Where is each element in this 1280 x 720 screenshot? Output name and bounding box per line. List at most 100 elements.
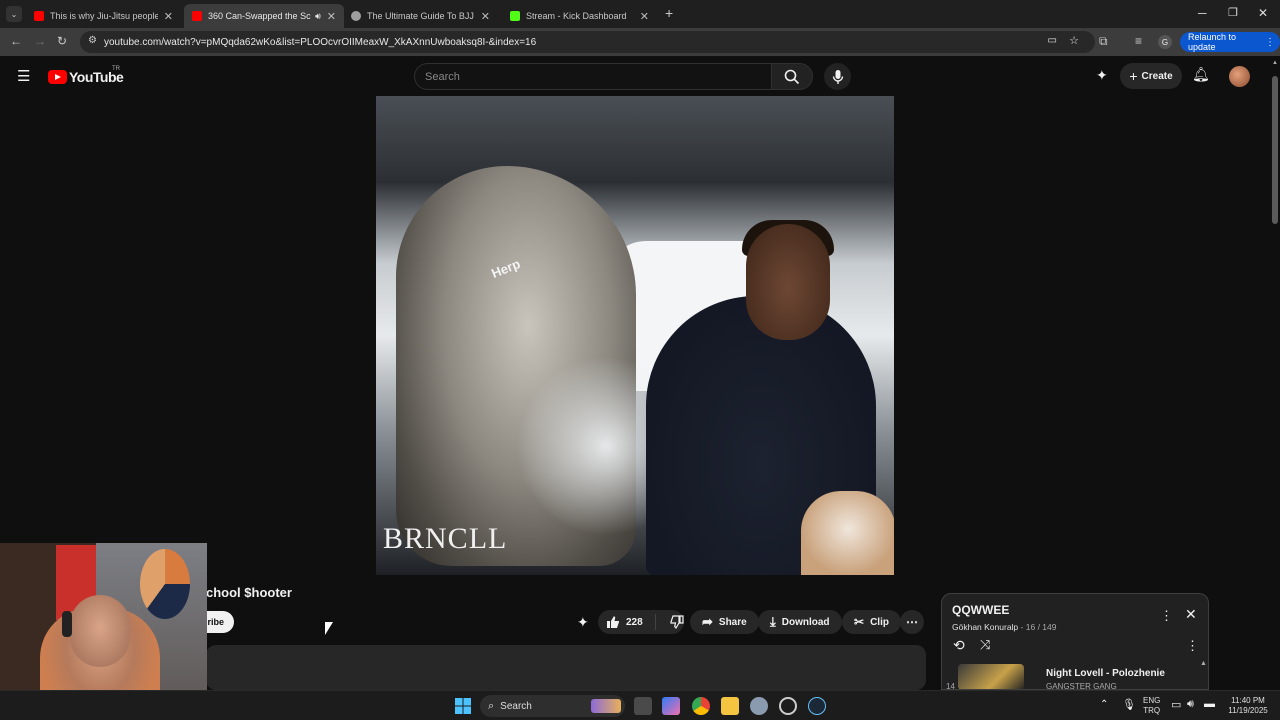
playlist-title[interactable]: QQWWEE: [952, 603, 1009, 617]
task-view-icon[interactable]: [634, 697, 652, 715]
volume-icon[interactable]: 🔊︎: [1187, 698, 1194, 711]
playlist-meta: Gökhan Konuralp - 16 / 149: [952, 622, 1056, 632]
relaunch-label: Relaunch to update: [1188, 32, 1237, 52]
copilot-icon[interactable]: [662, 697, 680, 715]
steam-icon[interactable]: [808, 697, 826, 715]
like-dislike-group: 228: [598, 610, 684, 634]
like-count: 228: [626, 616, 643, 628]
media-control-icon[interactable]: ≡: [1135, 34, 1142, 48]
chrome-icon[interactable]: [692, 697, 710, 715]
playlist-more-icon[interactable]: ⋮: [1160, 608, 1173, 624]
user-avatar[interactable]: [1229, 66, 1250, 87]
tab-title: The Ultimate Guide To BJJ Solo: [367, 11, 475, 21]
tray-mic-icon[interactable]: 🎙︎: [1122, 698, 1136, 711]
tab-bjj-guide[interactable]: The Ultimate Guide To BJJ Solo ✕: [343, 4, 498, 28]
youtube-favicon-icon: [192, 11, 202, 21]
app-circle-icon[interactable]: [779, 697, 797, 715]
menu-icon[interactable]: ☰: [17, 67, 30, 85]
more-menu-icon[interactable]: ⋮: [1265, 37, 1275, 48]
streamer-head: [70, 595, 130, 667]
reload-icon[interactable]: ↻: [57, 34, 67, 48]
url-text: youtube.com/watch?v=pMQqda62wKo&list=PLO…: [104, 36, 537, 48]
battery-icon[interactable]: ▬: [1204, 698, 1215, 710]
shuffle-icon[interactable]: ⤨: [980, 637, 990, 653]
close-tab-icon[interactable]: ✕: [164, 10, 173, 23]
share-label: Share: [718, 616, 747, 628]
network-icon[interactable]: ▭: [1171, 698, 1181, 711]
ai-ask-icon[interactable]: ✦: [577, 614, 589, 631]
close-tab-icon[interactable]: ✕: [327, 10, 336, 23]
tray-expand-icon[interactable]: ⌃: [1100, 699, 1108, 710]
loop-icon[interactable]: ⟲: [953, 637, 965, 654]
forward-icon[interactable]: →: [34, 34, 46, 48]
youtube-favicon-icon: [34, 11, 44, 21]
close-tab-icon[interactable]: ✕: [640, 10, 649, 23]
back-icon[interactable]: ←: [10, 34, 22, 48]
bookmark-star-icon[interactable]: ☆: [1069, 34, 1079, 47]
youtube-header: ☰ YouTube TR Search ✦ + Create 🔔︎: [0, 56, 1270, 96]
voice-search-button[interactable]: [824, 63, 851, 90]
search-icon: [784, 69, 800, 84]
video-player[interactable]: Herp BRNCLL: [376, 96, 894, 575]
new-tab-icon[interactable]: +: [665, 5, 673, 21]
notifications-bell-icon[interactable]: 🔔︎: [1192, 66, 1210, 83]
download-button[interactable]: ⤓ Download: [758, 610, 842, 634]
tab-jiu-jitsu[interactable]: This is why Jiu-Jitsu people inju ✕: [26, 4, 181, 28]
mouse-cursor-icon: [325, 622, 333, 635]
playlist-options-icon[interactable]: ⋮: [1186, 638, 1199, 654]
video-title: chool $hooter: [206, 585, 292, 600]
file-explorer-icon[interactable]: [721, 697, 739, 715]
clip-button[interactable]: ✂ Clip: [842, 610, 901, 634]
lang-bottom: TRQ: [1143, 706, 1161, 715]
relaunch-button[interactable]: Relaunch to update ⋮: [1180, 32, 1280, 52]
restore-icon[interactable]: ❐: [1228, 6, 1238, 19]
taskbar-search-icon: ⌕: [488, 699, 495, 712]
plus-icon: +: [1129, 68, 1138, 84]
scroll-up-icon[interactable]: ▲: [1200, 660, 1207, 667]
windows-taskbar: ⌕ Search ⌃ 🎙︎ ENG TRQ ▭ 🔊︎ ▬ 11:40 PM 11…: [0, 690, 1280, 720]
install-icon[interactable]: ▭: [1048, 35, 1057, 46]
taskbar-search-label: Search: [500, 700, 532, 712]
speaker-icon[interactable]: 🔊︎: [315, 11, 321, 22]
tab-search-button[interactable]: ⌄: [6, 6, 22, 22]
input-language[interactable]: ENG TRQ: [1143, 696, 1160, 716]
site-info-icon[interactable]: ⚙: [88, 35, 97, 46]
playlist-item-thumbnail: [958, 664, 1024, 689]
more-horizontal-icon: ⋯: [906, 615, 918, 629]
playlist-index: 14: [946, 682, 955, 690]
video-cat-figure: [801, 491, 894, 575]
address-bar[interactable]: ⚙ youtube.com/watch?v=pMQqda62wKo&list=P…: [80, 31, 1095, 53]
share-icon: ➦: [702, 614, 713, 629]
windows-start-icon[interactable]: [455, 698, 471, 714]
dislike-button[interactable]: [662, 615, 684, 629]
youtube-logo[interactable]: YouTube TR: [48, 66, 124, 85]
tab-title: 360 Can-Swapped the Scho: [208, 11, 312, 21]
playlist-owner[interactable]: Gökhan Konuralp: [952, 622, 1018, 632]
taskbar-search[interactable]: ⌕ Search: [480, 695, 625, 717]
search-button[interactable]: [771, 63, 813, 90]
minimize-icon[interactable]: ─: [1198, 6, 1207, 20]
settings-gear-icon[interactable]: [750, 697, 768, 715]
description-box[interactable]: [206, 645, 926, 690]
playlist-position: 16 / 149: [1025, 622, 1057, 632]
close-tab-icon[interactable]: ✕: [481, 10, 490, 23]
profile-avatar[interactable]: G: [1158, 35, 1172, 49]
create-button[interactable]: + Create: [1120, 63, 1182, 89]
playlist-item[interactable]: Night Lovell - Polozhenie GANGSTER GANG: [958, 664, 1208, 689]
scrollbar-thumb[interactable]: [1272, 76, 1278, 224]
share-button[interactable]: ➦ Share: [690, 610, 759, 634]
thumbs-down-icon: [670, 615, 684, 629]
clock[interactable]: 11:40 PM 11/19/2025: [1224, 696, 1272, 716]
ai-sparkle-icon[interactable]: ✦: [1096, 67, 1108, 84]
kick-favicon-icon: [510, 11, 520, 21]
tab-can-swapped[interactable]: 360 Can-Swapped the Scho 🔊︎ ✕: [184, 4, 344, 28]
search-input[interactable]: Search: [414, 63, 772, 90]
close-playlist-icon[interactable]: ✕: [1185, 606, 1197, 623]
more-actions-button[interactable]: ⋯: [900, 610, 924, 634]
scroll-up-arrow-icon[interactable]: ▲: [1272, 60, 1278, 66]
extensions-icon[interactable]: ⧉: [1099, 34, 1108, 49]
close-window-icon[interactable]: ✕: [1258, 6, 1268, 20]
tab-kick-dashboard[interactable]: Stream - Kick Dashboard ✕: [502, 4, 657, 28]
headphones-icon: [62, 611, 72, 637]
like-button[interactable]: 228: [598, 614, 656, 630]
